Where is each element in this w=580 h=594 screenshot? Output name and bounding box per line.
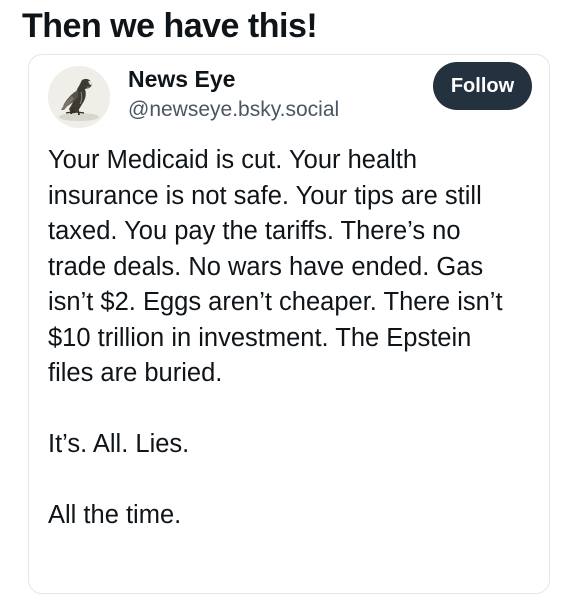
follow-button[interactable]: Follow <box>433 62 532 110</box>
eagle-icon <box>48 66 110 128</box>
post-paragraph: All the time. <box>48 501 182 529</box>
headline: Then we have this! <box>22 7 318 45</box>
post-paragraph: It’s. All. Lies. <box>48 430 190 458</box>
author-handle[interactable]: @newseye.bsky.social <box>128 96 339 124</box>
author-name[interactable]: News Eye <box>128 64 235 94</box>
post-body: Your Medicaid is cut. Your health insura… <box>48 143 518 534</box>
post-paragraph: Your Medicaid is cut. Your health insura… <box>48 146 503 387</box>
avatar[interactable] <box>48 66 110 128</box>
